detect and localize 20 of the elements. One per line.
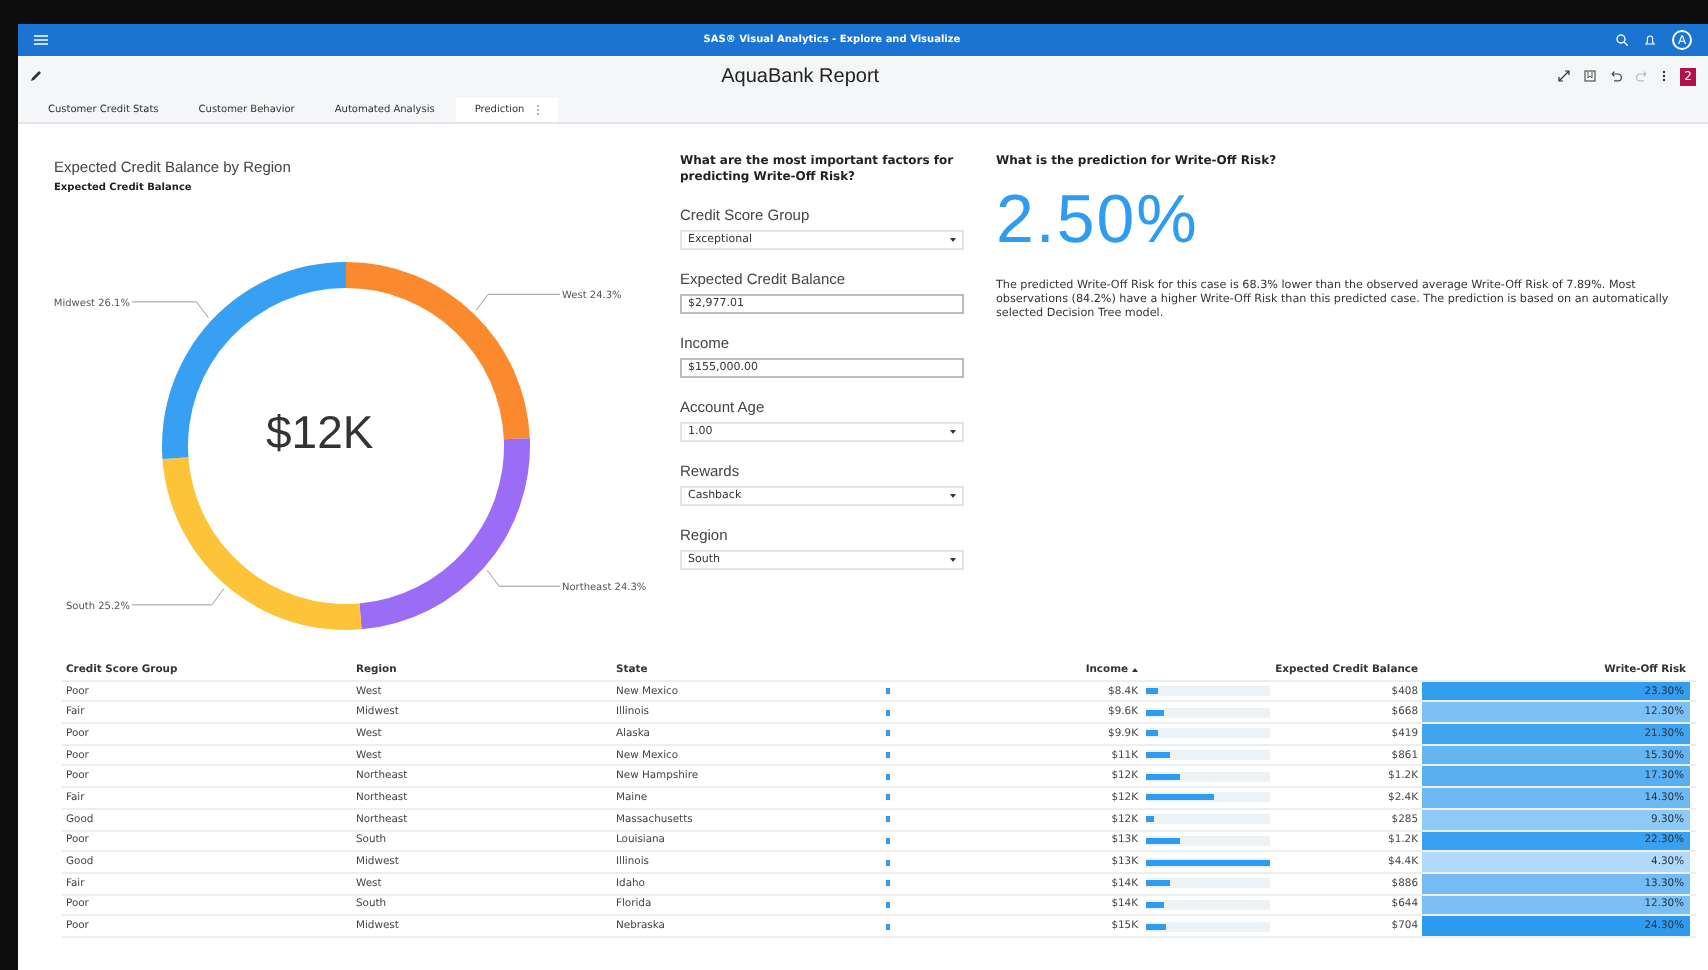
more-icon[interactable] bbox=[1662, 70, 1667, 82]
pencil-icon[interactable] bbox=[30, 70, 42, 82]
leader-line bbox=[131, 588, 225, 606]
expand-icon[interactable] bbox=[1558, 70, 1571, 82]
bookmark-icon[interactable] bbox=[1584, 70, 1597, 82]
caret-icon bbox=[950, 493, 956, 498]
leader-line bbox=[486, 569, 561, 587]
leader-line bbox=[475, 293, 561, 311]
sort-ascending-icon bbox=[1132, 667, 1138, 672]
report-title: AquaBank Report bbox=[719, 65, 882, 87]
leader-line bbox=[131, 301, 209, 319]
caret-icon bbox=[950, 429, 956, 434]
menu-icon[interactable] bbox=[34, 34, 48, 46]
prediction-value: 2.50% bbox=[996, 181, 1201, 260]
search-icon[interactable] bbox=[1616, 34, 1628, 46]
bell-icon[interactable] bbox=[1644, 34, 1656, 46]
donut-center-value: $12K bbox=[266, 406, 374, 460]
caret-icon bbox=[950, 237, 956, 242]
caret-icon bbox=[950, 557, 956, 562]
undo-icon[interactable] bbox=[1610, 70, 1623, 82]
